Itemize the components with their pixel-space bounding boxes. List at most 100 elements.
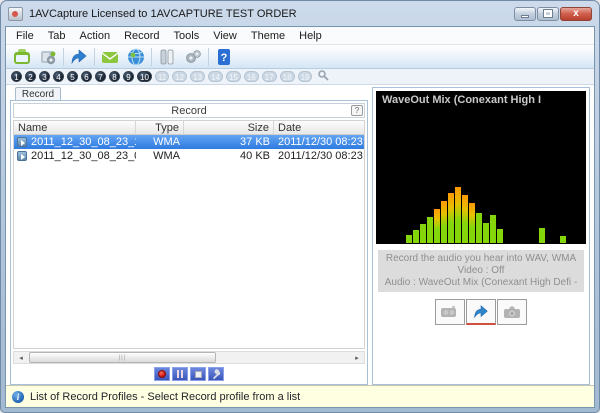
record-panel-title: Record [171,105,206,117]
record-panel-tab[interactable]: Record [15,87,61,100]
tab-badge-12[interactable]: 12 [172,71,187,82]
cell-name: 2011_12_30_08_23_12.w... [27,136,136,148]
pause-button[interactable] [172,367,188,381]
spectrum-bar [483,223,489,243]
spectrum-bar [413,230,419,243]
scrollbar-thumb[interactable]: ||| [29,352,216,363]
email-icon[interactable] [97,46,123,68]
preview-panel: WaveOut Mix (Conexant High I Record the … [372,87,590,385]
settings-button[interactable] [208,367,224,381]
menu-item-tab[interactable]: Tab [41,29,73,43]
tab-badge-16[interactable]: 16 [244,71,259,82]
profile-type-buttons [376,299,586,325]
table-row[interactable]: 2011_12_30_08_23_12.w... WMA 37 KB 2011/… [14,135,364,149]
record-icon [158,370,166,378]
column-header-date[interactable]: Date [274,121,364,134]
tab-strip: 12345678910111213141516171819 [6,69,594,85]
panel-expand-button[interactable]: ? [351,105,363,116]
tab-strip-badges: 12345678910111213141516171819 [11,71,312,82]
tab-badge-10[interactable]: 10 [137,71,152,82]
capture-device-icon[interactable] [9,46,35,68]
wrench-icon [211,369,222,380]
recordings-table: Name Type Size Date 2011_12_30_08_23_12.… [13,120,365,349]
tab-badge-13[interactable]: 13 [190,71,205,82]
toolbar-separator [63,48,64,66]
record-profile-icon[interactable] [66,46,92,68]
main-content: Record Record ? Name Type Size Date [6,85,594,385]
tab-badge-2[interactable]: 2 [25,71,36,82]
client-area: FileTabActionRecordToolsViewThemeHelp [5,26,595,408]
menu-item-view[interactable]: View [206,29,244,43]
column-header-name[interactable]: Name [14,121,136,134]
tab-badge-6[interactable]: 6 [81,71,92,82]
record-panel: Record Record ? Name Type Size Date [10,87,368,385]
column-header-size[interactable]: Size [184,121,274,134]
spectrum-bar [497,229,503,243]
spectrum-bar [441,201,447,243]
tab-badge-11[interactable]: 11 [155,71,169,82]
window-title: 1AVCapture Licensed to 1AVCAPTURE TEST O… [29,8,514,20]
video-capture-button[interactable] [435,299,465,325]
web-icon[interactable] [123,46,149,68]
camera-icon [502,304,522,320]
device-tools-icon[interactable] [35,46,61,68]
scrollbar-track[interactable]: ||| [28,352,350,363]
status-bar: i List of Record Profiles - Select Recor… [6,385,594,407]
stop-button[interactable] [190,367,206,381]
menu-item-tools[interactable]: Tools [167,29,207,43]
audio-visualizer: WaveOut Mix (Conexant High I [376,91,586,244]
spectrum-bar [420,224,426,243]
tab-badge-1[interactable]: 1 [11,71,22,82]
settings-icon[interactable] [180,46,206,68]
spectrum-bar [560,236,566,243]
spectrum-bar [427,217,433,243]
menu-item-file[interactable]: File [9,29,41,43]
spectrum-bar [448,193,454,243]
profile-info-box: Record the audio you hear into WAV, WMA … [378,250,584,292]
spectrum-bars [378,113,584,243]
tab-badge-9[interactable]: 9 [123,71,134,82]
tab-badge-15[interactable]: 15 [226,71,241,82]
horizontal-scrollbar[interactable]: ◂ ||| ▸ [13,351,365,364]
tab-badge-18[interactable]: 18 [280,71,295,82]
snapshot-button[interactable] [497,299,527,325]
help-icon[interactable]: ? [211,46,237,68]
record-button[interactable] [154,367,170,381]
record-profile-button[interactable] [466,299,496,325]
spectrum-bar [462,195,468,243]
tab-badge-3[interactable]: 3 [39,71,50,82]
record-panel-header: Record ? [13,103,365,118]
tab-badge-4[interactable]: 4 [53,71,64,82]
spectrum-bar [476,213,482,243]
minimize-icon [521,15,529,18]
toolbar-separator [208,48,209,66]
tab-badge-8[interactable]: 8 [109,71,120,82]
tab-badge-17[interactable]: 17 [262,71,277,82]
tab-badge-14[interactable]: 14 [208,71,223,82]
tab-badge-7[interactable]: 7 [95,71,106,82]
menu-item-help[interactable]: Help [292,29,329,43]
table-row[interactable]: 2011_12_30_08_23_06.w... WMA 40 KB 2011/… [14,149,364,163]
visualizer-title: WaveOut Mix (Conexant High I [382,94,580,106]
tab-badge-19[interactable]: 19 [298,71,313,82]
app-window: 1AVCapture Licensed to 1AVCAPTURE TEST O… [0,0,600,413]
search-icon[interactable] [317,68,329,86]
spectrum-bar [490,215,496,243]
svg-text:?: ? [221,52,228,64]
library-icon[interactable] [154,46,180,68]
scroll-right-arrow[interactable]: ▸ [350,352,364,363]
maximize-button[interactable] [537,7,559,21]
transport-controls [13,364,365,382]
tab-badge-5[interactable]: 5 [67,71,78,82]
cell-type: WMA [136,150,184,162]
column-header-type[interactable]: Type [136,121,184,134]
menu-item-record[interactable]: Record [117,29,166,43]
scroll-left-arrow[interactable]: ◂ [14,352,28,363]
spectrum-bar [434,209,440,243]
close-button[interactable]: x [560,7,592,21]
menu-item-action[interactable]: Action [72,29,117,43]
minimize-button[interactable] [514,7,536,21]
caption-buttons: x [514,7,592,21]
menu-bar: FileTabActionRecordToolsViewThemeHelp [6,27,594,45]
menu-item-theme[interactable]: Theme [244,29,292,43]
